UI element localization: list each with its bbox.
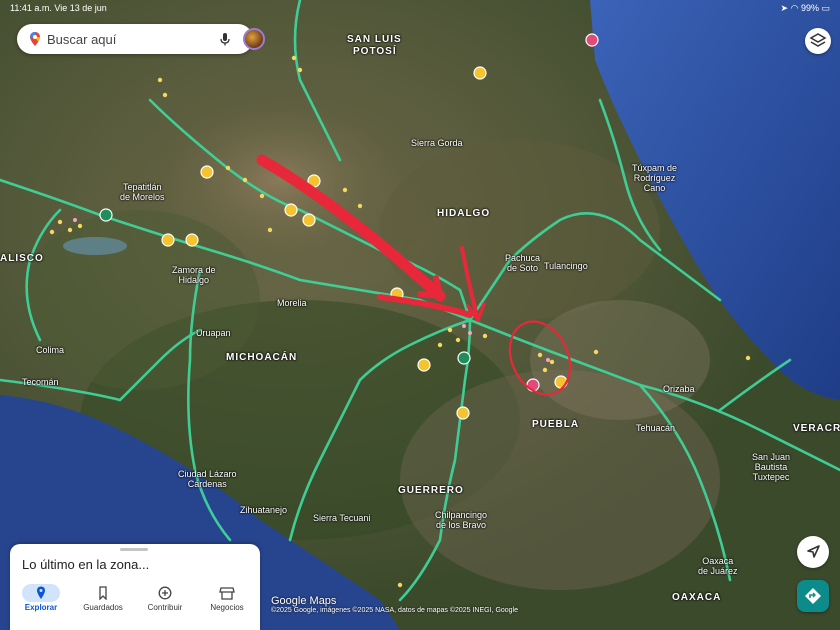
map-label-lazaro-line2: Cárdenas [187, 479, 227, 489]
map-label-tecoman: Tecomán [22, 377, 59, 387]
tab-label: Contribuir [147, 603, 183, 612]
map-label-guerrero: GUERRERO [398, 485, 464, 496]
microphone-icon[interactable] [217, 31, 233, 47]
map-label-tuxpam: Túxpam de Rodríguez Cano [632, 163, 677, 193]
status-battery: ➤ ◠ 99% ▭ [781, 3, 830, 14]
copyright-text[interactable]: ©2025 Google, imágenes ©2025 NASA, datos… [271, 607, 518, 614]
battery-icon: ▭ [821, 3, 830, 13]
map-label-colima: Colima [36, 345, 65, 355]
storefront-icon [219, 587, 235, 600]
map-label-chilpancingo-line1: Chilpancingo [435, 510, 488, 520]
map-label-lazaro-line1: Ciudad Lázaro [178, 469, 237, 479]
map-label-pachuca-line1: Pachuca [505, 253, 541, 263]
bookmark-icon [99, 586, 107, 600]
map-label-lazaro-cardenas: Ciudad Lázaro Cárdenas [178, 469, 237, 489]
map-label-tepatitlan-line2: de Morelos [120, 192, 165, 202]
map-label-oaxaca: OAXACA [672, 592, 722, 603]
add-circle-icon [158, 586, 172, 600]
map-label-san-juan-line3: Tuxtepec [752, 472, 790, 482]
status-bar: 11:41 a.m. Vie 13 de jun ➤ ◠ 99% ▭ [0, 0, 840, 16]
tab-negocios[interactable]: Negocios [196, 582, 258, 622]
map-label-zamora: Zamora de Hidalgo [172, 265, 216, 285]
map-label-san-juan: San Juan Bautista Tuxtepec [752, 452, 790, 482]
layers-icon [809, 33, 827, 47]
map-label-uruapan: Uruapan [196, 328, 231, 338]
tab-label: Guardados [83, 603, 123, 612]
map-label-chilpancingo-line2: de los Bravo [436, 520, 487, 530]
map-label-san-luis: SAN LUIS [347, 34, 402, 45]
tab-contribuir[interactable]: Contribuir [134, 582, 196, 622]
wifi-icon: ◠ [790, 3, 799, 13]
map-label-san-juan-line2: Bautista [754, 462, 788, 472]
map-label-oaxaca-city: Oaxaca de Juárez [698, 556, 738, 576]
map-label-sierra-gorda: Sierra Gorda [411, 138, 463, 148]
map-label-morelia: Morelia [277, 298, 307, 308]
directions-icon [805, 588, 821, 604]
tab-explorar[interactable]: Explorar [10, 582, 72, 622]
battery-label: 99% [800, 3, 819, 13]
map-label-tulancingo: Tulancingo [544, 261, 588, 271]
search-placeholder[interactable]: Buscar aquí [47, 32, 116, 47]
map-label-sierra-tecuani: Sierra Tecuani [313, 513, 371, 523]
google-maps-pin-icon [30, 32, 40, 46]
map-label-veracruz: VERACRUZ [793, 423, 840, 434]
sheet-title[interactable]: Lo último en la zona... [22, 557, 149, 572]
map-label-tehuacan: Tehuacán [636, 423, 676, 433]
tab-label: Explorar [24, 603, 58, 612]
map-label-tuxpam-line2: Rodríguez [633, 173, 676, 183]
map-label-jalisco: ALISCO [0, 253, 44, 264]
map-label-michoacan: MICHOACÁN [226, 352, 298, 363]
map-label-hidalgo: HIDALGO [437, 208, 491, 219]
bottom-nav: Explorar Guardados Contribuir Negocios [10, 582, 260, 622]
search-bar[interactable]: Buscar aquí [17, 24, 265, 54]
map-label-potosi: POTOSÍ [353, 46, 397, 57]
map-label-tepatitlan-line1: Tepatitlán [123, 182, 162, 192]
map-label-orizaba: Orizaba [663, 384, 695, 394]
map-label-chilpancingo: Chilpancingo de los Bravo [435, 510, 487, 530]
my-location-button[interactable] [797, 536, 829, 568]
map-label-zamora-line1: Zamora de [172, 265, 216, 275]
map-label-tuxpam-line3: Cano [643, 183, 666, 193]
directions-button[interactable] [797, 580, 829, 612]
avatar[interactable] [243, 28, 265, 50]
map-label-oaxaca-city-line1: Oaxaca [702, 556, 734, 566]
satellite-map[interactable] [0, 0, 840, 630]
status-time: 11:41 a.m. Vie 13 de jun [10, 3, 107, 13]
location-arrow-icon: ➤ [780, 3, 789, 13]
map-label-tuxpam-line1: Túxpam de [632, 163, 678, 173]
tab-label: Negocios [210, 603, 244, 612]
map-label-san-juan-line1: San Juan [752, 452, 791, 462]
explore-bottom-sheet[interactable]: Lo último en la zona... Explorar Guardad… [10, 544, 260, 630]
map-label-pachuca: Pachuca de Soto [505, 253, 540, 273]
location-pin-icon [37, 586, 45, 599]
map-label-zamora-line2: Hidalgo [178, 275, 210, 285]
map-label-tepatitlan: Tepatitlán de Morelos [120, 182, 165, 202]
map-label-zihuatanejo: Zihuatanejo [240, 505, 288, 515]
google-maps-logo: Google Maps [271, 595, 337, 607]
map-label-puebla: PUEBLA [532, 419, 580, 430]
layers-button[interactable] [805, 28, 831, 54]
navigation-arrow-icon [807, 545, 820, 558]
tab-guardados[interactable]: Guardados [72, 582, 134, 622]
map-label-pachuca-line2: de Soto [507, 263, 539, 273]
map-label-oaxaca-city-line2: de Juárez [698, 566, 738, 576]
sheet-drag-handle[interactable] [120, 548, 148, 551]
